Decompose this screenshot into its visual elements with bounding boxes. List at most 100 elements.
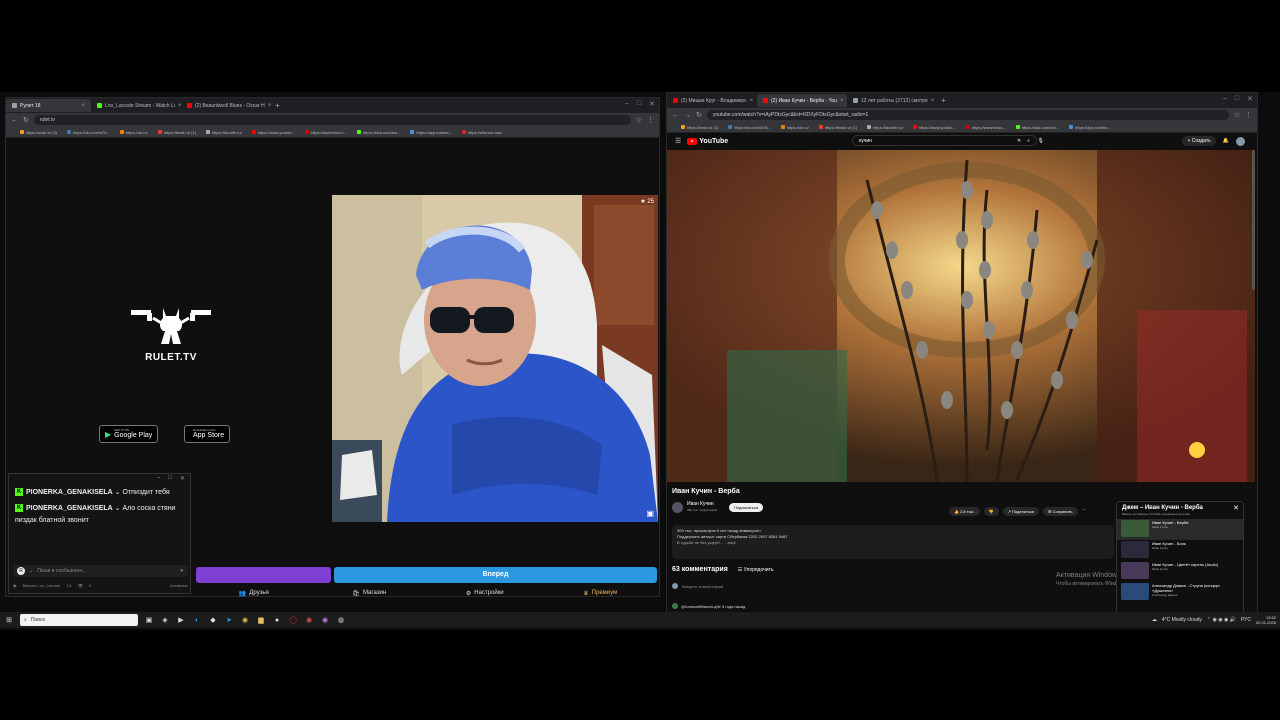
bookmark-item[interactable]: https://www.terou...: [965, 125, 1006, 130]
stop-button[interactable]: [196, 567, 331, 583]
bookmark-item[interactable]: https://kick.com/loo...: [1015, 125, 1059, 130]
widgets-icon[interactable]: ◈: [160, 615, 170, 625]
create-button[interactable]: + Создать: [1182, 136, 1216, 146]
left-tab-rulet[interactable]: Рулет 18 ×: [6, 99, 91, 112]
bookmark-item[interactable]: https://tentli.ru/ (1): [818, 125, 857, 130]
sort-button[interactable]: ☰ Упорядочить: [738, 567, 774, 573]
channel-avatar[interactable]: [672, 501, 683, 513]
bell-icon[interactable]: 🔔: [1223, 138, 1229, 144]
right-url-input[interactable]: youtube.com/watch?v=iAyPDtxGyc&list=RDXy…: [706, 110, 1229, 120]
star-icon[interactable]: ☆: [1234, 111, 1240, 119]
edge-icon[interactable]: ◐: [192, 615, 202, 625]
left-tab-kick[interactable]: Loo_Lacoste Stream - Watch Li ×: [91, 99, 181, 112]
left-url-input[interactable]: rulet.tv: [33, 115, 631, 125]
bookmark-item[interactable]: https://kick.com/loo...: [357, 130, 400, 135]
bookmark-item[interactable]: https://www.youtub...: [251, 130, 295, 135]
browser-icon-2[interactable]: ◉: [320, 615, 330, 625]
close-icon[interactable]: ✕: [180, 475, 185, 482]
mix-item[interactable]: Иван Кучин - Цветёт сирень (Audio) Иван К…: [1117, 561, 1243, 582]
menu-icon[interactable]: ⋮: [647, 116, 654, 124]
bookmark-item[interactable]: https://vk.com/id78...: [728, 125, 771, 130]
nav-shop[interactable]: 🛍 Магазин: [312, 588, 428, 598]
obs-icon[interactable]: ◍: [336, 615, 346, 625]
camera-icon[interactable]: ▣: [646, 509, 654, 518]
star-icon[interactable]: ☆: [636, 116, 642, 124]
chat-avatar[interactable]: R: [17, 567, 25, 575]
close-icon[interactable]: ×: [931, 98, 935, 104]
add-comment-input[interactable]: Введите комментарий: [672, 583, 723, 589]
mix-item[interactable]: Иван Кучин - Верба Иван Кучин: [1117, 519, 1243, 540]
reload-icon[interactable]: ↻: [23, 116, 29, 124]
back-icon[interactable]: ←: [11, 117, 18, 124]
reload-icon[interactable]: ↻: [696, 111, 702, 119]
right-tab-kuchin[interactable]: (2) Иван Кучин - Верба - You ×: [757, 94, 847, 107]
maximize-icon[interactable]: □: [637, 100, 641, 108]
google-play-button[interactable]: ▶ GET IT ON Google Play: [99, 425, 159, 443]
bookmark-item[interactable]: https://app.rostrea...: [410, 130, 452, 135]
bookmark-item[interactable]: https://vk.com/id78...: [67, 130, 110, 135]
chat-input[interactable]: R ⌄ Пиши в сообщения... ➤: [13, 565, 188, 577]
video-description[interactable]: 309 тыс. просмотров 6 лет назад #иванкуч…: [672, 525, 1114, 559]
desc-more[interactable]: В судьбе не без ущерб… ...ещё: [677, 540, 1109, 546]
tray-icons[interactable]: ⌃ ◉ ◉ ◉ 🔊: [1207, 617, 1236, 623]
status-extra[interactable]: Активные: [170, 583, 188, 588]
bookmark-item[interactable]: https://www.terou.r...: [304, 130, 347, 135]
bookmark-item[interactable]: https://mail.ru/ (3): [20, 130, 57, 135]
weather-icon[interactable]: ☁: [1152, 617, 1157, 623]
task-view-icon[interactable]: ▣: [144, 615, 154, 625]
bookmark-item[interactable]: https://eltorrou.ma/...: [461, 130, 505, 135]
page-scrollbar[interactable]: [1252, 150, 1255, 290]
close-window-icon[interactable]: ✕: [1247, 95, 1253, 103]
chat-username[interactable]: PIONERKA_GENAKISELA: [26, 505, 113, 512]
bookmark-item[interactable]: https://mail.ru/ (3): [681, 125, 718, 130]
bookmark-item[interactable]: https://tentli.ru/ (1): [157, 130, 196, 135]
telegram-icon[interactable]: ➤: [224, 615, 234, 625]
app-icon[interactable]: ●: [272, 615, 282, 625]
subscribe-button[interactable]: Подписаться: [729, 502, 764, 512]
webcam-video[interactable]: ★ 25 ▣: [332, 195, 658, 522]
mix-item[interactable]: Александр Дюмин - Струна (концерт «Душев…: [1117, 582, 1243, 603]
close-icon[interactable]: ×: [268, 103, 271, 109]
minimize-icon[interactable]: –: [625, 100, 629, 108]
language-indicator[interactable]: РУС: [1241, 617, 1251, 623]
new-tab-button[interactable]: +: [937, 96, 950, 105]
mic-icon[interactable]: 🎙: [1037, 138, 1043, 144]
close-icon[interactable]: ×: [840, 98, 844, 104]
media-icon[interactable]: ▶: [176, 615, 186, 625]
maximize-icon[interactable]: □: [1235, 95, 1239, 103]
new-tab-button[interactable]: +: [271, 101, 284, 110]
mix-item[interactable]: Иван Кучин - Боль Иван Кучин: [1117, 540, 1243, 561]
youtube-video-player[interactable]: [667, 150, 1255, 482]
left-tab-youtube[interactable]: (2) Beauntiwoll Blues - Oscar H ×: [181, 99, 271, 112]
bookmark-item[interactable]: https://tarolife.ru/: [206, 130, 242, 135]
hamburger-icon[interactable]: ☰: [675, 137, 681, 145]
back-icon[interactable]: ←: [672, 112, 679, 119]
windows-start-icon[interactable]: ⊞: [4, 615, 14, 625]
bookmark-item[interactable]: https://tarolife.ru/: [867, 125, 903, 130]
youtube-search-input[interactable]: кучин ✕ ⌕: [852, 135, 1037, 146]
maximize-icon[interactable]: □: [168, 475, 172, 482]
next-button[interactable]: Вперед: [334, 567, 657, 583]
opera-icon[interactable]: ◯: [288, 615, 298, 625]
close-icon[interactable]: ×: [750, 98, 754, 104]
chrome-icon[interactable]: ◉: [240, 615, 250, 625]
search-icon[interactable]: ⌕: [1027, 138, 1030, 144]
nav-premium[interactable]: ♛ Премиум: [543, 588, 659, 598]
dislike-button[interactable]: 👎: [983, 507, 999, 516]
close-window-icon[interactable]: ✕: [649, 100, 655, 108]
share-button[interactable]: ↗ Поделиться: [1002, 507, 1040, 516]
right-tab-krug[interactable]: (2) Мишка Круг - Владимирс ×: [667, 94, 757, 107]
bookmark-item[interactable]: https://www.youtub...: [912, 125, 956, 130]
commenter-avatar[interactable]: [672, 603, 678, 609]
right-tab-other[interactable]: 12 лет работы (2712) смотре ×: [847, 94, 937, 107]
menu-icon[interactable]: ⋮: [1245, 111, 1252, 119]
like-button[interactable]: 👍 2,8 тыс.: [949, 507, 980, 516]
bookmark-item[interactable]: https://ok.ru/: [119, 130, 148, 135]
nav-friends[interactable]: 👥 Друзья: [196, 588, 312, 598]
bookmark-item[interactable]: https://app.rostrea...: [1069, 125, 1111, 130]
close-icon[interactable]: ×: [81, 103, 85, 109]
forward-icon[interactable]: →: [684, 112, 691, 119]
youtube-logo[interactable]: YouTube: [687, 137, 728, 145]
store-icon[interactable]: ◆: [208, 615, 218, 625]
minimize-icon[interactable]: –: [157, 475, 160, 482]
